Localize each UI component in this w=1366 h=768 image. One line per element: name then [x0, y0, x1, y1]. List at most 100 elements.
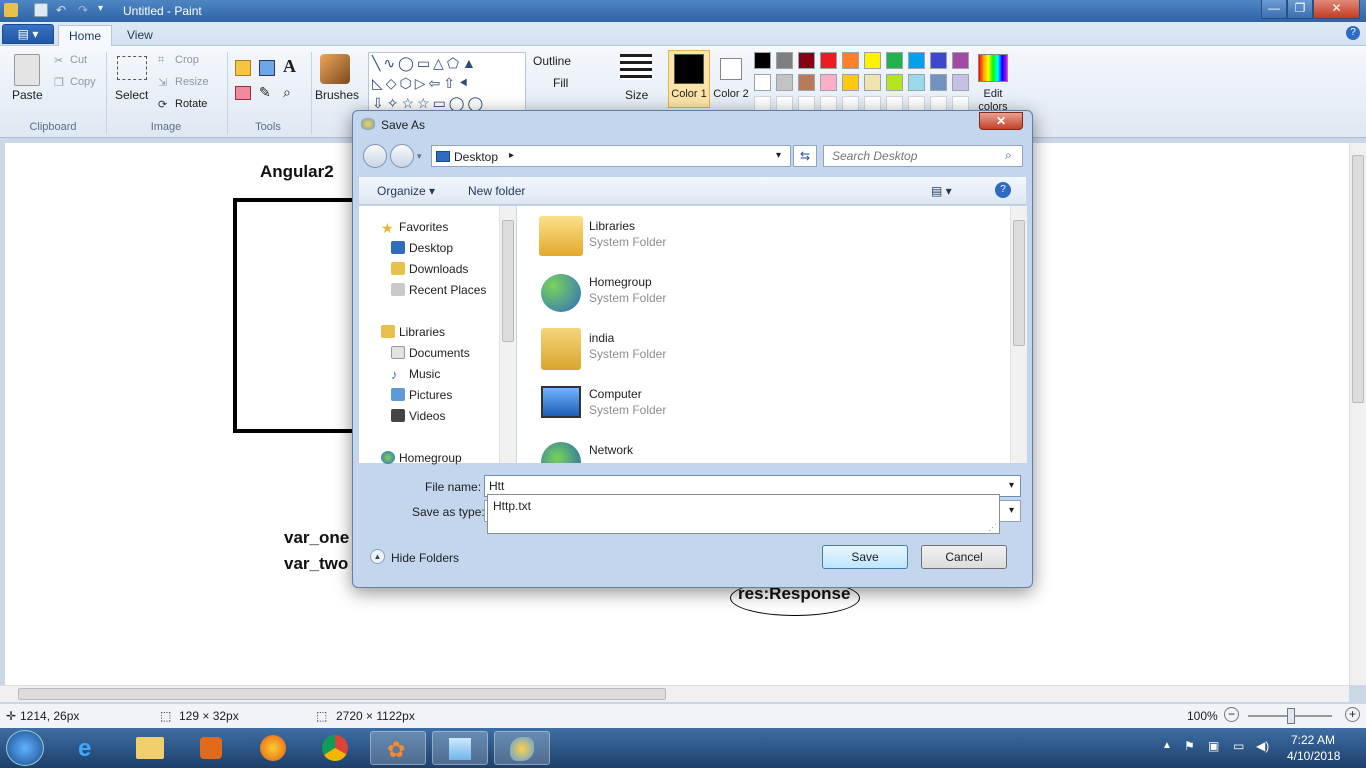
palette-swatch[interactable] [864, 74, 881, 91]
palette-swatch[interactable] [776, 74, 793, 91]
eraser-icon[interactable] [235, 86, 251, 100]
paint-taskbar-icon[interactable] [494, 731, 550, 765]
clock-date[interactable]: 4/10/2018 [1287, 749, 1340, 763]
file-menu-button[interactable]: ▤ ▾ [2, 24, 54, 44]
save-icon[interactable] [34, 3, 48, 17]
network-icon[interactable]: ▭ [1233, 739, 1244, 753]
palette-swatch[interactable] [930, 52, 947, 69]
autocomplete-item[interactable]: Http.txt [493, 499, 531, 513]
help-icon[interactable]: ? [1346, 26, 1360, 40]
zoom-in-button[interactable]: + [1345, 707, 1360, 722]
palette-swatch[interactable] [798, 74, 815, 91]
palette-swatch[interactable] [820, 52, 837, 69]
undo-icon[interactable]: ↶ [56, 3, 70, 17]
firefox-icon[interactable] [246, 731, 302, 765]
color-picker-icon[interactable]: ✎ [259, 84, 271, 101]
palette-swatch[interactable] [776, 52, 793, 69]
palette-swatch[interactable] [908, 74, 925, 91]
clock-time[interactable]: 7:22 AM [1291, 733, 1335, 747]
save-button[interactable]: Save [822, 545, 908, 569]
devices-icon[interactable]: ▣ [1208, 739, 1219, 753]
media-player-icon[interactable] [184, 731, 240, 765]
file-item-computer[interactable]: Computer System Folder [535, 380, 835, 430]
zoom-slider-thumb[interactable] [1287, 708, 1295, 724]
color2-swatch[interactable] [720, 58, 742, 80]
nav-desktop[interactable]: Desktop [409, 241, 453, 255]
tab-home[interactable]: Home [58, 25, 113, 47]
palette-swatch[interactable] [952, 52, 969, 69]
palette-swatch[interactable] [908, 52, 925, 69]
nav-music[interactable]: Music [409, 367, 440, 381]
fill-bucket-icon[interactable] [259, 60, 275, 76]
pencil-icon[interactable] [235, 60, 251, 76]
nav-downloads[interactable]: Downloads [409, 262, 468, 276]
notepad-icon[interactable] [432, 731, 488, 765]
breadcrumb-arrow-icon[interactable]: ▸ [509, 150, 514, 161]
search-input[interactable] [823, 145, 1023, 167]
magnifier-icon[interactable]: ⌕ [283, 84, 291, 101]
nav-favorites[interactable]: Favorites [399, 220, 448, 234]
palette-swatch[interactable] [842, 52, 859, 69]
file-list-scroll-thumb[interactable] [1013, 220, 1025, 346]
text-tool-icon[interactable]: A [283, 56, 296, 77]
select-button[interactable]: Select [115, 88, 148, 102]
hide-folders-icon[interactable]: ▲ [370, 549, 385, 564]
outline-button[interactable]: Outline [533, 54, 571, 68]
internet-explorer-icon[interactable]: e [62, 731, 118, 765]
back-button[interactable] [363, 144, 387, 168]
start-button[interactable] [6, 730, 44, 766]
view-options-icon[interactable]: ▤ ▾ [931, 184, 952, 198]
palette-swatch[interactable] [842, 74, 859, 91]
horizontal-scroll-thumb[interactable] [18, 688, 666, 700]
file-name-dropdown-icon[interactable]: ▾ [1009, 480, 1014, 491]
fill-button[interactable]: Fill [553, 76, 568, 90]
tab-view[interactable]: View [117, 25, 163, 47]
paste-button[interactable]: Paste [12, 88, 43, 102]
horizontal-scrollbar[interactable] [0, 685, 1349, 702]
cancel-button[interactable]: Cancel [921, 545, 1007, 569]
hide-folders-button[interactable]: Hide Folders [391, 551, 459, 565]
refresh-button[interactable]: ⇆ [793, 145, 817, 167]
palette-swatch[interactable] [952, 74, 969, 91]
file-item-homegroup[interactable]: Homegroup System Folder [535, 268, 835, 318]
nav-libraries[interactable]: Libraries [399, 325, 445, 339]
nav-documents[interactable]: Documents [409, 346, 470, 360]
redo-icon[interactable]: ↷ [78, 3, 92, 17]
show-hidden-icons[interactable]: ▲ [1162, 740, 1172, 751]
nav-recent-places[interactable]: Recent Places [409, 283, 486, 297]
organize-button[interactable]: Organize ▾ [377, 184, 435, 198]
crop-button[interactable]: Crop [175, 54, 199, 66]
file-item-india[interactable]: india System Folder [535, 324, 835, 374]
chrome-icon[interactable] [308, 731, 364, 765]
rotate-button[interactable]: Rotate [175, 98, 207, 110]
recent-locations-icon[interactable]: ▾ [417, 151, 422, 162]
file-item-libraries[interactable]: Libraries System Folder [535, 212, 835, 262]
address-bar[interactable]: Desktop ▸ ▾ [431, 145, 791, 167]
volume-icon[interactable]: ◀) [1256, 739, 1269, 753]
file-item-network[interactable]: Network [535, 436, 835, 463]
nav-pictures[interactable]: Pictures [409, 388, 452, 402]
navigation-scroll-thumb[interactable] [502, 220, 514, 342]
resize-button[interactable]: Resize [175, 76, 209, 88]
resize-grip-icon[interactable]: ⋰ [988, 522, 997, 533]
address-desktop[interactable]: Desktop [454, 150, 498, 164]
cut-button[interactable]: Cut [70, 54, 87, 66]
explorer-icon[interactable] [122, 731, 178, 765]
palette-swatch[interactable] [886, 52, 903, 69]
vertical-scrollbar[interactable] [1349, 143, 1366, 685]
nav-homegroup[interactable]: Homegroup [399, 451, 462, 465]
brushes-button[interactable]: Brushes [315, 88, 359, 102]
new-folder-button[interactable]: New folder [468, 184, 525, 198]
vertical-scroll-thumb[interactable] [1352, 155, 1364, 403]
navigation-pane-scrollbar[interactable] [499, 206, 516, 463]
file-list-scrollbar[interactable] [1010, 206, 1027, 463]
app-flower-icon[interactable]: ✿ [370, 731, 426, 765]
maximize-button[interactable]: ❐ [1287, 0, 1313, 19]
action-center-icon[interactable]: ⚑ [1184, 739, 1195, 753]
palette-swatch[interactable] [798, 52, 815, 69]
palette-swatch[interactable] [820, 74, 837, 91]
close-button[interactable]: ✕ [1313, 0, 1360, 19]
palette-swatch[interactable] [886, 74, 903, 91]
size-button[interactable]: Size [625, 88, 648, 102]
forward-button[interactable] [390, 144, 414, 168]
